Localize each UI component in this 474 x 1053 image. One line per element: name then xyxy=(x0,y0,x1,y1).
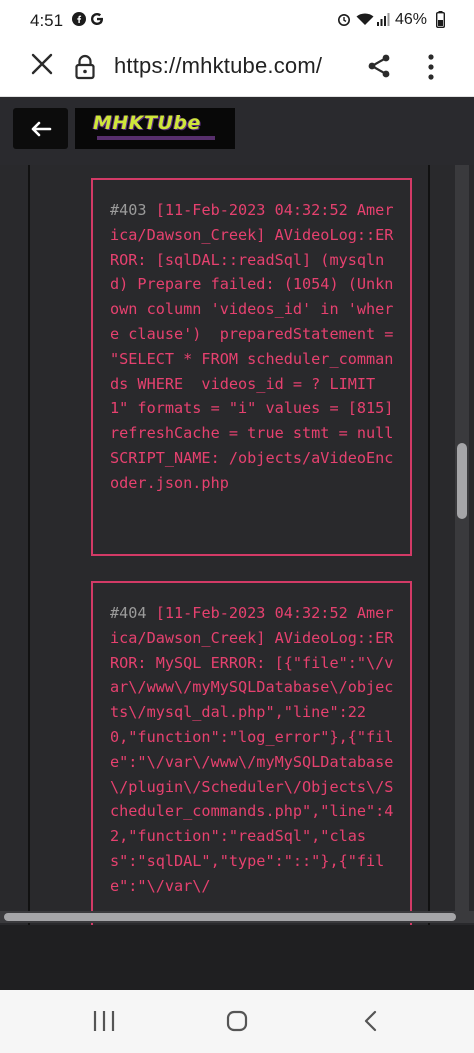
site-header: MHKTUbe xyxy=(0,97,474,165)
vertical-scrollbar[interactable] xyxy=(455,165,469,917)
logo-text: MHKTUbe xyxy=(93,112,201,134)
log-entry: #403 [11-Feb-2023 04:32:52 America/Dawso… xyxy=(91,178,412,556)
status-bar: 4:51 46% xyxy=(0,0,474,40)
logo-underline xyxy=(97,136,215,140)
lock-icon[interactable] xyxy=(74,54,98,80)
panel-border-right xyxy=(428,165,430,925)
back-button[interactable] xyxy=(13,108,68,149)
more-vert-icon[interactable] xyxy=(420,52,442,82)
back-chevron-icon[interactable] xyxy=(360,1010,382,1032)
panel-border-left xyxy=(28,165,30,925)
browser-toolbar: https://mhktube.com/ xyxy=(0,40,474,97)
site-logo[interactable]: MHKTUbe xyxy=(75,108,235,149)
battery-percent: 46% xyxy=(395,11,428,28)
google-icon xyxy=(90,12,104,31)
wifi-icon xyxy=(356,12,374,31)
battery-icon xyxy=(435,11,445,33)
signal-icon xyxy=(376,12,390,31)
log-entry-number: #403 xyxy=(110,201,147,219)
facebook-icon xyxy=(72,12,86,31)
log-entry-text: [11-Feb-2023 04:32:52 America/Dawson_Cre… xyxy=(110,604,394,895)
log-entry-number: #404 xyxy=(110,604,147,622)
log-content-area[interactable]: #403 [11-Feb-2023 04:32:52 America/Dawso… xyxy=(0,165,474,925)
page-footer-area xyxy=(0,925,474,990)
share-icon[interactable] xyxy=(366,53,394,81)
vertical-scrollbar-thumb[interactable] xyxy=(457,443,467,519)
system-nav-bar xyxy=(0,990,474,1053)
url-field[interactable]: https://mhktube.com/ xyxy=(114,53,322,79)
status-time: 4:51 xyxy=(30,11,64,30)
home-icon[interactable] xyxy=(226,1010,248,1032)
alarm-icon xyxy=(337,12,351,32)
close-icon[interactable] xyxy=(28,52,56,80)
arrow-left-icon xyxy=(31,121,51,137)
recent-apps-icon[interactable] xyxy=(92,1010,116,1032)
log-entry: #404 [11-Feb-2023 04:32:52 America/Dawso… xyxy=(91,581,412,925)
horizontal-scrollbar-thumb[interactable] xyxy=(4,913,456,921)
log-entry-text: [11-Feb-2023 04:32:52 America/Dawson_Cre… xyxy=(110,201,403,492)
